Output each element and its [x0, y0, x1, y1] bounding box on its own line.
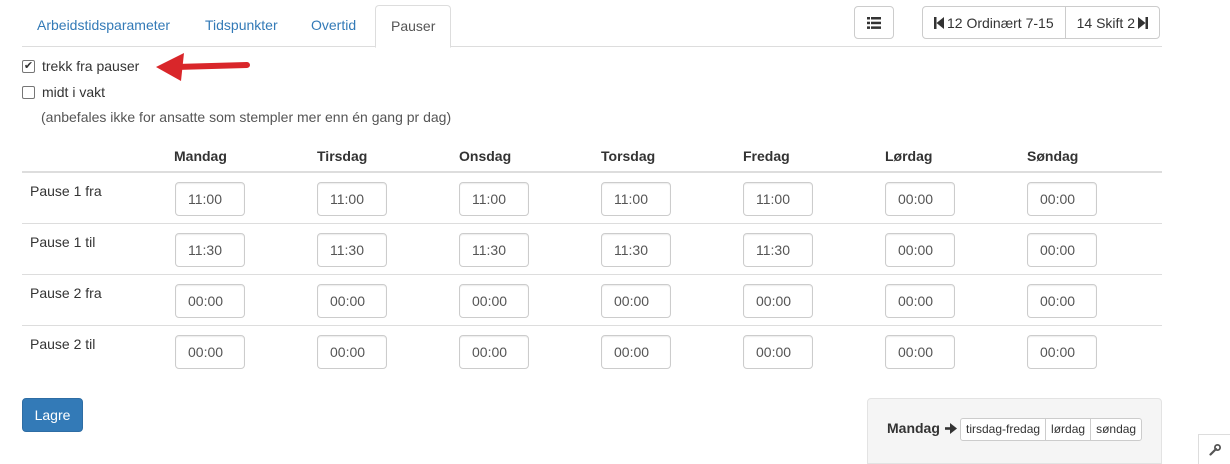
time-input[interactable]: 00:00 — [317, 335, 387, 369]
table-row: Pause 1 fra 11:00 11:00 11:00 11:00 11:0… — [22, 173, 1162, 224]
skip-back-icon — [934, 16, 944, 29]
time-input[interactable]: 00:00 — [175, 335, 245, 369]
copy-days-panel: Mandag tirsdag-fredag lørdag søndag — [867, 398, 1162, 464]
copy-source-label: Mandag — [887, 420, 940, 436]
column-header-mandag: Mandag — [174, 148, 227, 164]
time-input[interactable]: 00:00 — [885, 182, 955, 216]
column-header-fredag: Fredag — [743, 148, 790, 164]
settings-button[interactable] — [1198, 434, 1230, 464]
time-input[interactable]: 00:00 — [601, 335, 671, 369]
shift-navigation: 12 Ordinært 7-15 14 Skift 2 — [922, 6, 1160, 39]
wrench-icon — [1208, 443, 1221, 456]
column-header-torsdag: Torsdag — [601, 148, 656, 164]
time-input[interactable]: 00:00 — [317, 284, 387, 318]
time-input[interactable]: 00:00 — [743, 335, 813, 369]
copy-source: Mandag — [887, 420, 958, 436]
column-header-lordag: Lørdag — [885, 148, 933, 164]
row-label: Pause 1 fra — [30, 183, 102, 199]
time-input[interactable]: 00:00 — [1027, 182, 1097, 216]
time-input[interactable]: 11:30 — [459, 233, 529, 267]
time-input[interactable]: 00:00 — [885, 335, 955, 369]
time-input[interactable]: 00:00 — [459, 335, 529, 369]
table-row: Pause 2 til 00:00 00:00 00:00 00:00 00:0… — [22, 326, 1162, 377]
copy-target-group: tirsdag-fredag lørdag søndag — [960, 418, 1143, 441]
time-input[interactable]: 00:00 — [1027, 335, 1097, 369]
time-input[interactable]: 00:00 — [1027, 284, 1097, 318]
time-input[interactable]: 11:00 — [743, 182, 813, 216]
mid-shift-label: midt i vakt — [42, 84, 106, 100]
column-header-sondag: Søndag — [1027, 148, 1079, 164]
breaks-table: Mandag Tirsdag Onsdag Torsdag Fredag Lør… — [22, 139, 1162, 377]
time-input[interactable]: 11:30 — [175, 233, 245, 267]
time-input[interactable]: 00:00 — [601, 284, 671, 318]
tab-arbeidstidsparameter[interactable]: Arbeidstidsparameter — [22, 5, 185, 47]
next-shift-button[interactable]: 14 Skift 2 — [1064, 6, 1160, 39]
tab-tidspunkter[interactable]: Tidspunkter — [190, 5, 293, 47]
annotation-arrow-icon — [156, 53, 250, 81]
tab-pauser[interactable]: Pauser — [375, 5, 452, 48]
list-icon — [867, 16, 881, 29]
tab-overtid[interactable]: Overtid — [296, 5, 371, 47]
column-header-tirsdag: Tirsdag — [317, 148, 368, 164]
time-input[interactable]: 00:00 — [885, 284, 955, 318]
mid-shift-option: midt i vakt — [22, 84, 105, 100]
time-input[interactable]: 00:00 — [459, 284, 529, 318]
arrow-right-icon — [944, 422, 957, 434]
time-input[interactable]: 11:00 — [175, 182, 245, 216]
save-button[interactable]: Lagre — [22, 398, 83, 432]
previous-shift-button[interactable]: 12 Ordinært 7-15 — [922, 6, 1066, 39]
previous-shift-label: 12 Ordinært 7-15 — [947, 14, 1054, 31]
table-row: Pause 2 fra 00:00 00:00 00:00 00:00 00:0… — [22, 275, 1162, 326]
time-input[interactable]: 00:00 — [885, 233, 955, 267]
deduct-breaks-checkbox[interactable]: ✔ — [22, 59, 35, 73]
time-input[interactable]: 00:00 — [743, 284, 813, 318]
column-header-onsdag: Onsdag — [459, 148, 512, 164]
mid-shift-checkbox[interactable] — [22, 85, 35, 99]
skip-forward-icon — [1137, 16, 1148, 29]
time-input[interactable]: 11:30 — [743, 233, 813, 267]
deduct-breaks-label: trekk fra pauser — [42, 58, 140, 74]
mid-shift-hint: (anbefales ikke for ansatte som stempler… — [41, 109, 452, 125]
copy-to-tirsdag-fredag-button[interactable]: tirsdag-fredag — [960, 418, 1047, 441]
list-view-button[interactable] — [854, 6, 894, 39]
deduct-breaks-option: ✔ trekk fra pauser — [22, 58, 139, 74]
copy-to-sondag-button[interactable]: søndag — [1090, 418, 1143, 441]
row-label: Pause 2 fra — [30, 285, 102, 301]
time-input[interactable]: 11:30 — [601, 233, 671, 267]
table-row: Pause 1 til 11:30 11:30 11:30 11:30 11:3… — [22, 224, 1162, 275]
table-header: Mandag Tirsdag Onsdag Torsdag Fredag Lør… — [22, 139, 1162, 173]
copy-to-lordag-button[interactable]: lørdag — [1045, 418, 1092, 441]
row-label: Pause 2 til — [30, 336, 96, 352]
time-input[interactable]: 11:00 — [459, 182, 529, 216]
time-input[interactable]: 00:00 — [175, 284, 245, 318]
time-input[interactable]: 11:00 — [601, 182, 671, 216]
time-input[interactable]: 11:30 — [317, 233, 387, 267]
next-shift-label: 14 Skift 2 — [1076, 14, 1135, 31]
row-label: Pause 1 til — [30, 234, 96, 250]
time-input[interactable]: 00:00 — [1027, 233, 1097, 267]
time-input[interactable]: 11:00 — [317, 182, 387, 216]
